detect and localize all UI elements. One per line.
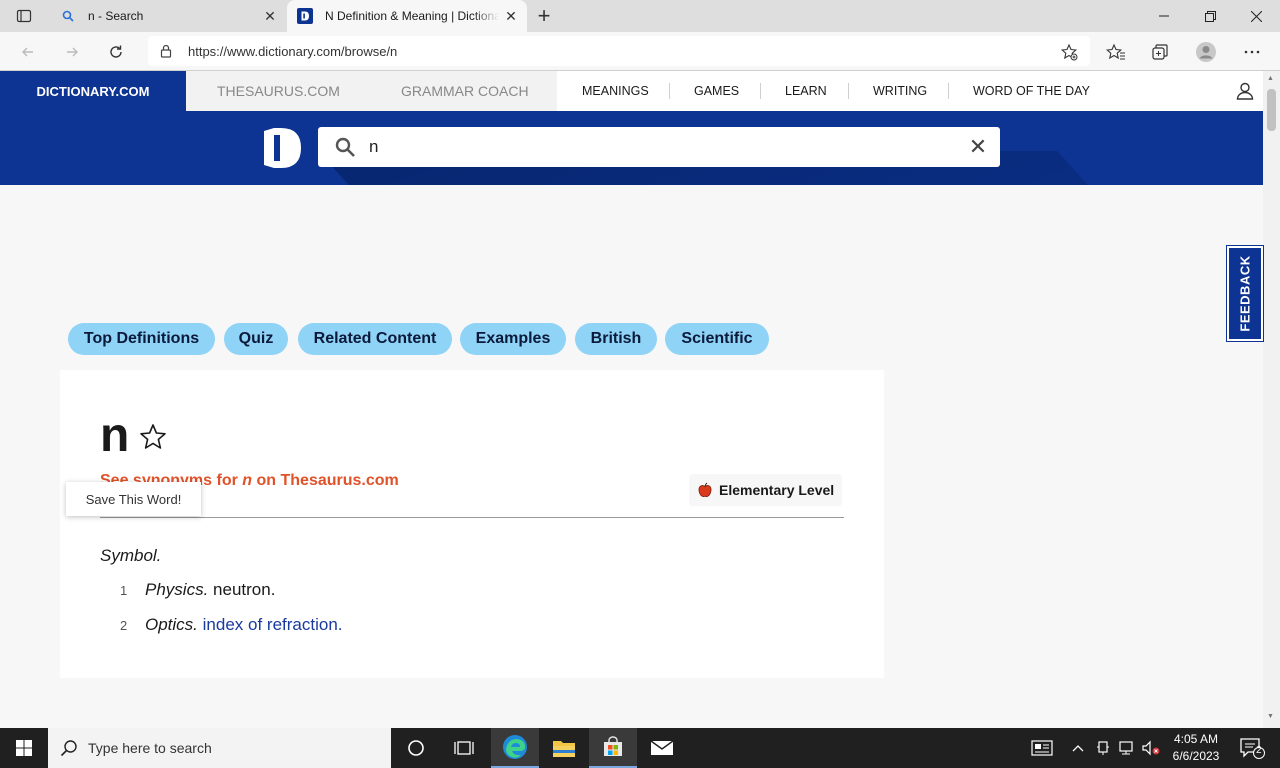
dictionary-logo-icon[interactable] [263, 127, 303, 169]
microsoft-store-icon[interactable] [589, 728, 637, 768]
windows-taskbar: Type here to search 4:05 AM 6/6/2023 2 [0, 728, 1280, 768]
search-icon[interactable] [334, 136, 356, 158]
lock-icon[interactable] [158, 43, 174, 59]
scroll-down-icon[interactable]: ▼ [1267, 713, 1274, 720]
browser-tab-strip: n - Search ✕ N Definition & Meaning | Di… [0, 0, 1280, 32]
tab-actions-icon[interactable] [8, 4, 40, 28]
clock-time: 4:05 AM [1173, 732, 1219, 746]
notification-count: 2 [1256, 745, 1262, 756]
definition-label: Physics. [145, 580, 209, 599]
search-icon [60, 739, 78, 757]
taskbar-search-box[interactable]: Type here to search [48, 728, 391, 768]
collections-icon[interactable] [1148, 40, 1172, 64]
apple-icon [697, 482, 713, 498]
system-clock[interactable]: 4:05 AM 6/6/2023 [1166, 731, 1226, 765]
pill-related-content[interactable]: Related Content [298, 323, 452, 355]
nav-divider [760, 83, 761, 99]
task-view-icon[interactable] [440, 728, 488, 768]
pill-scientific[interactable]: Scientific [665, 323, 769, 355]
news-widget-icon[interactable] [1028, 728, 1056, 768]
chevron-up-icon[interactable] [1068, 728, 1088, 768]
address-bar: https://www.dictionary.com/browse/n [0, 32, 1280, 71]
feedback-button[interactable]: FEEDBACK [1226, 245, 1264, 342]
clock-date: 6/6/2023 [1172, 749, 1220, 763]
pill-british[interactable]: British [575, 323, 657, 355]
network-icon[interactable] [1116, 728, 1138, 768]
part-of-speech: Symbol. [100, 546, 162, 565]
tab-title: n - Search [88, 9, 144, 23]
page-scrollbar[interactable]: ▲ ▼ [1263, 71, 1280, 728]
headword: n [100, 409, 130, 462]
taskbar-search-placeholder: Type here to search [88, 740, 212, 756]
search-query-text: n [369, 137, 379, 156]
nav-divider [669, 83, 670, 99]
site-navigation: DICTIONARY.COM THESAURUS.COM GRAMMAR COA… [0, 71, 1263, 111]
scrollbar-thumb[interactable] [1267, 89, 1276, 131]
volume-muted-icon[interactable] [1140, 728, 1162, 768]
close-tab-icon[interactable]: ✕ [499, 4, 523, 28]
definition-card: n See synonyms for n on Thesaurus.com El… [60, 370, 884, 678]
thesaurus-link-word: n [242, 472, 253, 489]
nav-link-learn[interactable]: LEARN [785, 71, 827, 111]
windows-start-icon[interactable] [0, 728, 48, 768]
difficulty-level-badge[interactable]: Elementary Level [689, 474, 843, 506]
grammar-coach-tab[interactable]: GRAMMAR COACH [372, 71, 557, 111]
save-word-star-icon[interactable] [138, 422, 168, 452]
mail-icon[interactable] [638, 728, 686, 768]
url-text: https://www.dictionary.com/browse/n [188, 44, 398, 59]
definition-text: neutron. [213, 580, 276, 599]
search-icon [60, 8, 76, 24]
definition-link[interactable]: index of refraction. [203, 615, 343, 635]
minimize-icon[interactable] [1141, 0, 1187, 32]
nav-divider [848, 83, 849, 99]
more-options-icon[interactable] [1240, 40, 1264, 64]
nav-link-writing[interactable]: WRITING [873, 71, 927, 111]
cortana-icon[interactable] [392, 728, 440, 768]
notifications-icon[interactable]: 2 [1232, 728, 1272, 768]
dictionary-favicon-icon [297, 8, 313, 24]
thesaurus-link-suffix: on Thesaurus.com [252, 472, 399, 489]
close-tab-icon[interactable]: ✕ [258, 4, 282, 28]
edge-browser-icon[interactable] [491, 728, 539, 768]
forward-icon[interactable] [58, 38, 86, 66]
nav-link-meanings[interactable]: MEANINGS [582, 71, 649, 111]
pill-quiz[interactable]: Quiz [224, 323, 288, 355]
tab-title: N Definition & Meaning | Dictionary.com [325, 9, 499, 23]
scroll-up-icon[interactable]: ▲ [1267, 75, 1274, 82]
browser-tab-dictionary[interactable]: N Definition & Meaning | Dictionary.com … [287, 0, 527, 32]
feedback-label: FEEDBACK [1237, 255, 1253, 332]
clear-search-icon[interactable]: ✕ [966, 134, 990, 159]
profile-avatar-icon[interactable] [1194, 40, 1218, 64]
nav-link-games[interactable]: GAMES [694, 71, 739, 111]
pill-top-definitions[interactable]: Top Definitions [68, 323, 215, 355]
nav-link-word-of-the-day[interactable]: WORD OF THE DAY [973, 71, 1090, 111]
new-tab-button[interactable]: + [532, 3, 556, 28]
entry-divider [100, 517, 844, 518]
browser-tab-search[interactable]: n - Search ✕ [50, 0, 286, 32]
close-window-icon[interactable] [1233, 0, 1279, 32]
pill-examples[interactable]: Examples [460, 323, 566, 355]
refresh-icon[interactable] [102, 38, 130, 66]
definition-item: 2 Optics. index of refraction. [120, 615, 343, 635]
back-icon[interactable] [14, 38, 42, 66]
difficulty-level-label: Elementary Level [719, 482, 835, 498]
favorites-icon[interactable] [1104, 40, 1128, 64]
nav-divider [948, 83, 949, 99]
file-explorer-icon[interactable] [540, 728, 588, 768]
definition-number: 2 [120, 618, 128, 633]
thesaurus-tab[interactable]: THESAURUS.COM [186, 71, 372, 111]
add-favorite-icon[interactable] [1060, 43, 1078, 61]
user-account-icon[interactable] [1234, 80, 1256, 102]
save-word-tooltip: Save This Word! [66, 482, 201, 516]
device-icon[interactable] [1093, 728, 1113, 768]
dictionary-search-input[interactable]: n ✕ [318, 127, 1000, 167]
definition-item: 1 Physics. neutron. [120, 580, 275, 600]
dictionary-brand-tab[interactable]: DICTIONARY.COM [0, 71, 186, 111]
url-field[interactable]: https://www.dictionary.com/browse/n [148, 36, 1090, 66]
hero-search-banner: n ✕ [0, 111, 1263, 185]
definition-number: 1 [120, 583, 128, 598]
restore-icon[interactable] [1187, 0, 1233, 32]
definition-label: Optics. [145, 615, 198, 634]
